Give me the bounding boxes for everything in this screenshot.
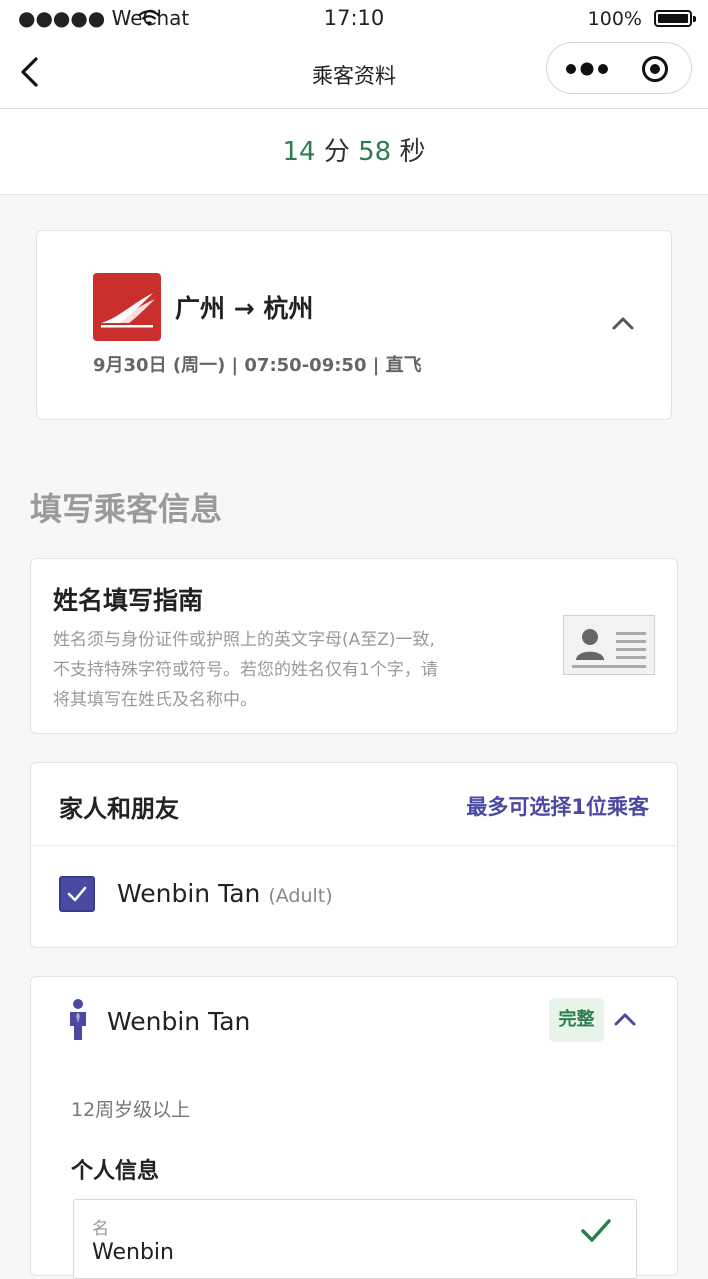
family-title: 家人和朋友: [59, 795, 179, 823]
personal-info-heading: 个人信息: [71, 1159, 160, 1184]
timer-minutes: 14: [282, 137, 316, 167]
timer-seconds: 58: [358, 137, 392, 167]
passenger-name: Wenbin Tan: [107, 1007, 251, 1036]
given-name-value: Wenbin: [92, 1240, 174, 1265]
section-title: 填写乘客信息: [30, 490, 223, 528]
selection-limit: 最多可选择1位乘客: [466, 795, 649, 819]
timer-seconds-unit: 秒: [399, 137, 426, 167]
guide-text-line: 姓名须与身份证件或护照上的英文字母(A至Z)一致,: [53, 630, 435, 650]
chevron-up-icon[interactable]: [611, 315, 635, 331]
airline-logo: [93, 273, 161, 341]
guide-title: 姓名填写指南: [53, 586, 204, 615]
status-bar: ●●●●● WeChat 17:10 100%: [0, 0, 708, 40]
battery-percent: 100%: [587, 8, 642, 30]
guide-text-line: 将其填写在姓氏及名称中。: [53, 690, 257, 710]
flight-details: 9月30日 (周一) | 07:50-09:50 | 直飞: [93, 355, 422, 376]
id-card-icon: [563, 615, 655, 675]
given-name-field[interactable]: 名 Wenbin: [73, 1199, 637, 1279]
flight-route: 广州 → 杭州: [175, 294, 314, 323]
countdown-timer: 14 分 58 秒: [0, 109, 708, 195]
saved-passenger-name: Wenbin Tan: [117, 879, 261, 908]
chevron-up-icon[interactable]: [613, 1011, 637, 1027]
more-menu-icon[interactable]: [565, 59, 609, 79]
timer-minutes-unit: 分: [323, 137, 350, 167]
person-icon: [70, 999, 86, 1040]
check-icon: [67, 886, 87, 902]
battery-icon: [654, 10, 696, 27]
passenger-checkbox[interactable]: [59, 876, 95, 912]
given-name-label: 名: [92, 1219, 109, 1239]
flight-summary-card[interactable]: 广州 → 杭州 9月30日 (周一) | 07:50-09:50 | 直飞: [36, 230, 672, 420]
divider: [31, 845, 677, 846]
status-badge: 完整: [549, 998, 604, 1042]
passenger-form-card: Wenbin Tan 完整 12周岁级以上 个人信息 名 Wenbin: [30, 976, 678, 1279]
family-friends-card: 家人和朋友 最多可选择1位乘客 Wenbin Tan (Adult): [30, 762, 678, 948]
age-group: 12周岁级以上: [71, 1099, 191, 1121]
nav-bar: 乘客资料: [0, 40, 708, 109]
passenger-type: (Adult): [268, 885, 333, 907]
mini-program-capsule: [546, 42, 692, 94]
close-miniprogram-icon[interactable]: [641, 55, 669, 83]
saved-passenger[interactable]: Wenbin Tan (Adult): [117, 879, 333, 908]
valid-check-icon: [581, 1219, 611, 1242]
guide-text-line: 不支持特殊字符或符号。若您的姓名仅有1个字，请: [53, 660, 438, 680]
name-guide-card: 姓名填写指南 姓名须与身份证件或护照上的英文字母(A至Z)一致, 不支持特殊字符…: [30, 558, 678, 734]
